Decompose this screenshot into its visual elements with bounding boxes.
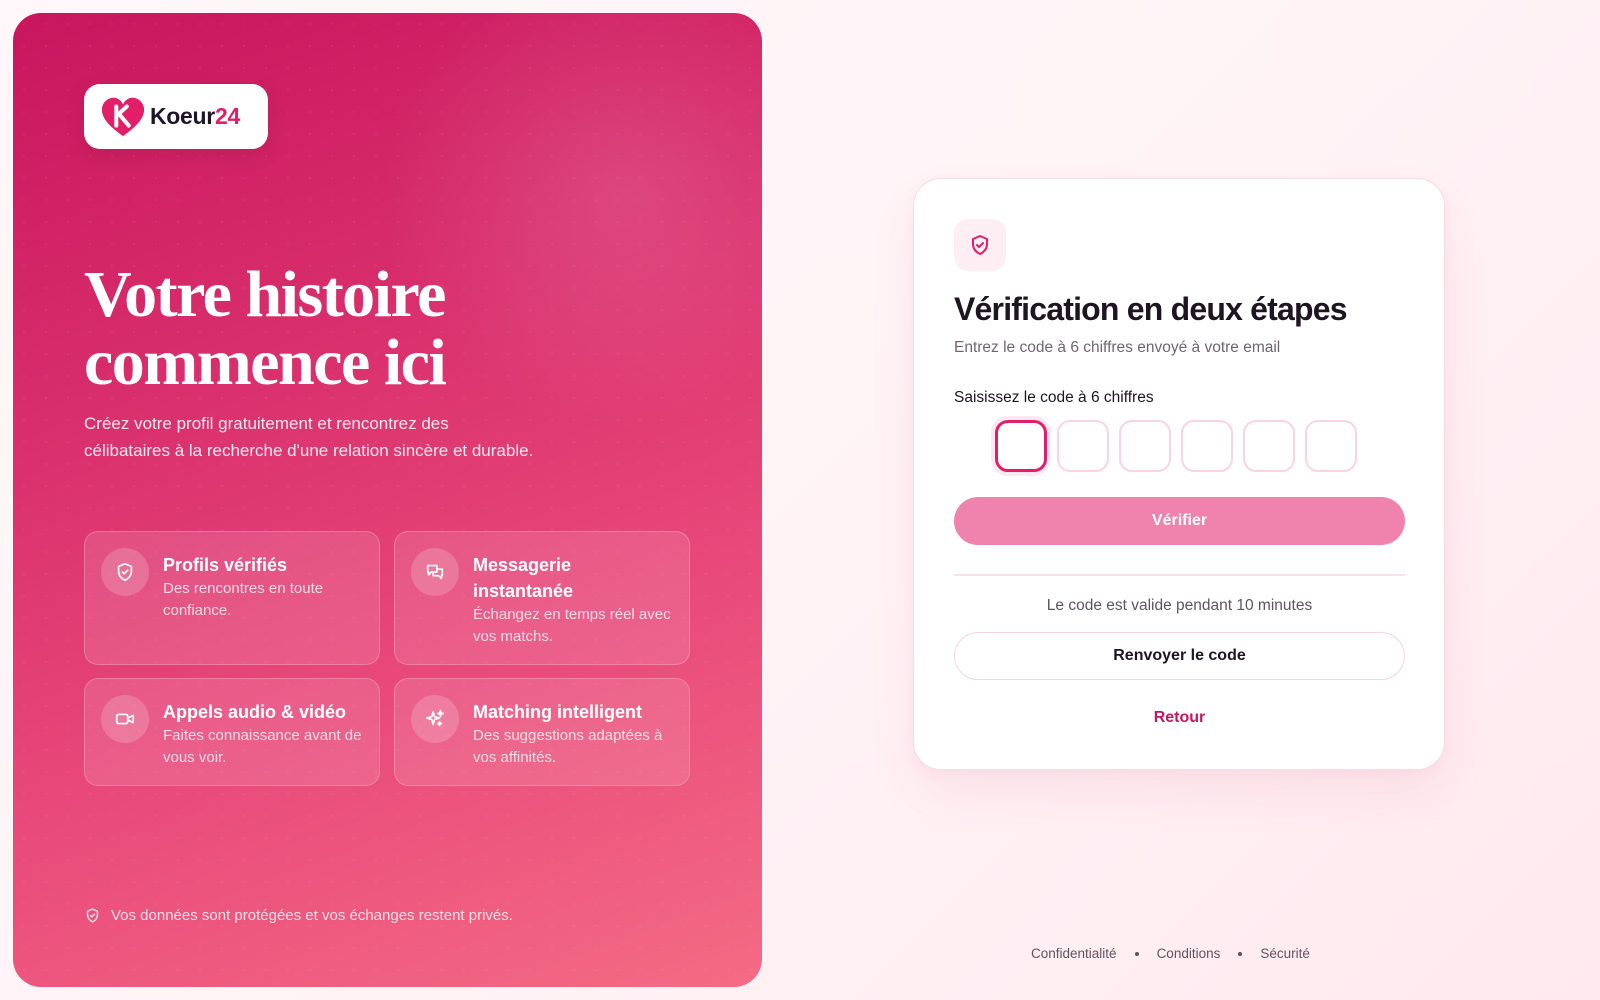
- code-validity-text: Le code est valide pendant 10 minutes: [1046, 597, 1313, 614]
- feature-title: Appels audio & vidéo: [163, 702, 347, 722]
- privacy-note: Vos données sont protégées et vos échang…: [84, 907, 513, 924]
- code-digit-3[interactable]: [1119, 420, 1171, 472]
- code-label: Saisissez le code à 6 chiffres: [954, 389, 1154, 406]
- feature-card-verified-profiles: Profils vérifiés Des rencontres en toute…: [84, 531, 380, 665]
- code-digit-6[interactable]: [1305, 420, 1357, 472]
- footer-links: Confidentialité Conditions Sécurité: [1031, 946, 1310, 961]
- hero-title: Votre histoire commence ici: [84, 258, 447, 399]
- verification-card: Vérification en deux étapes Entrez le co…: [913, 178, 1445, 770]
- brand-logo[interactable]: Koeur24: [84, 84, 268, 149]
- feature-title: Matching intelligent: [473, 702, 642, 722]
- back-link[interactable]: Retour: [954, 709, 1405, 727]
- footer-link-privacy[interactable]: Confidentialité: [1031, 946, 1117, 961]
- heart-logo-icon: [101, 97, 145, 136]
- shield-check-icon: [86, 908, 99, 923]
- shield-check-icon: [101, 548, 149, 596]
- feature-description: Échangez en temps réel avec vos matchs.: [473, 606, 671, 645]
- sparkles-icon: [411, 695, 459, 743]
- separator-dot: [1134, 951, 1139, 956]
- feature-card-messaging: Messagerie instantanée Échangez en temps…: [394, 531, 690, 665]
- feature-card-calls: Appels audio & vidéo Faites connaissance…: [84, 678, 380, 786]
- feature-title: Messagerie instantanée: [473, 555, 574, 601]
- page-title: Vérification en deux étapes: [954, 291, 1348, 327]
- footer-link-security[interactable]: Sécurité: [1260, 946, 1310, 961]
- verify-button[interactable]: Vérifier: [954, 497, 1405, 545]
- chat-bubbles-icon: [411, 548, 459, 596]
- video-camera-icon: [101, 695, 149, 743]
- page-subtitle: Entrez le code à 6 chiffres envoyé à vot…: [954, 339, 1281, 356]
- code-digit-1[interactable]: [995, 420, 1047, 472]
- feature-description: Des suggestions adaptées à vos affinités…: [473, 727, 663, 766]
- shield-check-icon: [954, 219, 1006, 271]
- feature-description: Faites connaissance avant de vous voir.: [163, 727, 362, 766]
- code-input-group: [995, 420, 1357, 472]
- code-digit-4[interactable]: [1181, 420, 1233, 472]
- resend-code-button[interactable]: Renvoyer le code: [954, 632, 1405, 680]
- footer-link-terms[interactable]: Conditions: [1157, 946, 1221, 961]
- feature-title: Profils vérifiés: [163, 555, 288, 575]
- separator-dot: [1238, 951, 1243, 956]
- hero-panel: Koeur24 Votre histoire commence ici Crée…: [13, 13, 762, 987]
- feature-card-matching: Matching intelligent Des suggestions ada…: [394, 678, 690, 786]
- feature-description: Des rencontres en toute confiance.: [163, 580, 324, 619]
- code-digit-5[interactable]: [1243, 420, 1295, 472]
- divider: [954, 574, 1405, 576]
- hero-subtitle: Créez votre profil gratuitement et renco…: [84, 414, 534, 460]
- code-digit-2[interactable]: [1057, 420, 1109, 472]
- brand-name: Koeur24: [150, 103, 240, 129]
